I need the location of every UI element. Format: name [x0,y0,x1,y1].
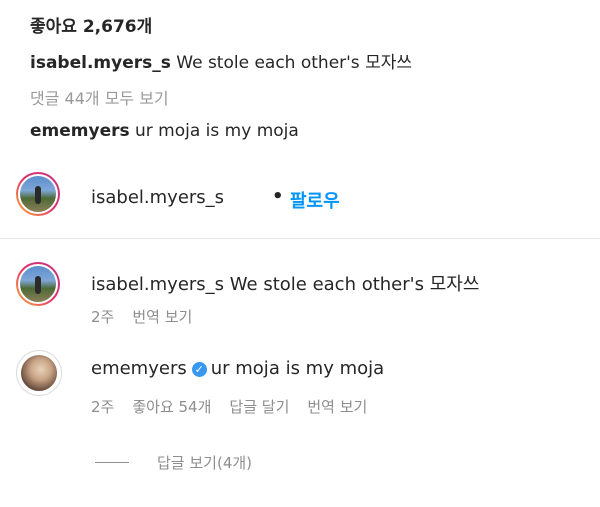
comment-time: 2주 [91,398,115,416]
view-all-comments-link[interactable]: 댓글 44개 모두 보기 [30,85,169,109]
comment-body: isabel.myers_s We stole each other's 모자쓰 [91,270,479,296]
separator-dot: • [272,186,284,207]
comment-like-count[interactable]: 좋아요 54개 [132,398,211,416]
comment-time: 2주 [91,308,115,326]
comment-meta: 2주 좋아요 54개 답글 달기 번역 보기 [91,396,385,417]
caption-text: We stole each other's 모자쓰 [170,53,412,73]
view-replies-label[interactable]: 답글 보기(4개) [157,454,252,472]
divider [0,238,600,239]
comment-username[interactable]: ememyers [91,358,187,379]
comment-body: ememyers ✓ ur moja is my moja [91,358,384,379]
like-count[interactable]: 좋아요 2,676개 [30,12,152,37]
comment-avatar[interactable] [16,262,60,306]
reply-button[interactable]: 답글 달기 [229,398,289,416]
translate-button[interactable]: 번역 보기 [132,308,192,326]
comment-preview: ememyers ur moja is my moja [30,121,299,141]
preview-username[interactable]: ememyers [30,121,130,141]
comment-avatar[interactable] [16,350,62,396]
comment-username[interactable]: isabel.myers_s [91,274,224,295]
post-owner-header: isabel.myers_s • 팔로우 [16,172,586,224]
owner-username[interactable]: isabel.myers_s [91,187,224,208]
comment-meta: 2주 번역 보기 [91,306,210,327]
post-caption: isabel.myers_s We stole each other's 모자쓰 [30,48,412,73]
view-replies-toggle[interactable]: 답글 보기(4개) [95,452,252,473]
verified-badge-icon: ✓ [191,362,207,377]
preview-text: ur moja is my moja [129,121,299,141]
owner-avatar[interactable] [16,172,60,216]
comment-text: ur moja is my moja [210,358,385,379]
follow-button[interactable]: 팔로우 [290,187,340,213]
replies-line [95,462,129,463]
translate-button[interactable]: 번역 보기 [307,398,367,416]
comment-text: We stole each other's 모자쓰 [224,274,480,295]
caption-username[interactable]: isabel.myers_s [30,53,171,73]
